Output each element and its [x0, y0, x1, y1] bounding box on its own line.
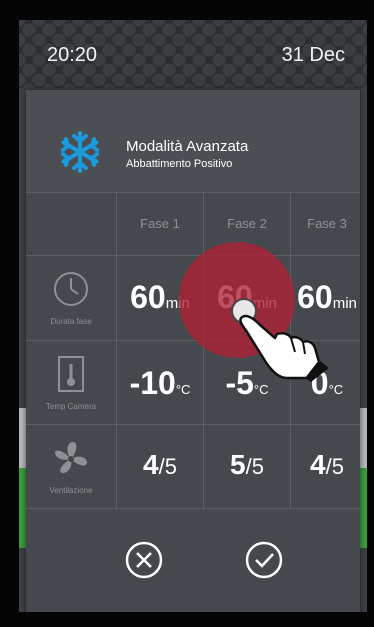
- cell-value: 60: [130, 279, 166, 315]
- cell-unit: °C: [175, 382, 191, 397]
- dialog-subtitle: Abbattimento Positivo: [126, 158, 233, 170]
- row-label-temperature: Temp Camera: [45, 402, 97, 411]
- grid-divider: [203, 193, 204, 508]
- thermometer-icon: [58, 356, 84, 392]
- cancel-button[interactable]: [124, 540, 164, 580]
- cell-value: 4: [143, 449, 159, 480]
- cell-unit: /5: [325, 454, 344, 479]
- cell-unit: /5: [158, 454, 177, 479]
- cell-value: 5: [230, 449, 246, 480]
- cell-value: 4: [310, 449, 326, 480]
- ventilation-phase-3[interactable]: 4/5: [290, 449, 364, 481]
- background-strip: [19, 408, 26, 468]
- status-bar: 20:20 31 Dec: [19, 20, 367, 88]
- screen: 20:20 31 Dec Modalità Avanzata Abbattime…: [19, 20, 367, 612]
- grid-divider: [26, 508, 360, 509]
- column-header-fase-1: Fase 1: [140, 216, 180, 231]
- clock-time: 20:20: [47, 44, 98, 66]
- background-strip: [19, 468, 26, 548]
- row-label-duration: Durata fase: [50, 317, 92, 326]
- clock-icon: [54, 272, 88, 306]
- confirm-button[interactable]: [244, 540, 284, 580]
- cell-value: -10: [129, 365, 176, 401]
- grid-divider: [116, 193, 117, 508]
- cell-unit: min: [332, 295, 357, 312]
- ventilation-phase-2[interactable]: 5/5: [205, 449, 289, 481]
- cell-value: 60: [297, 279, 333, 315]
- dialog-header: Modalità Avanzata Abbattimento Positivo: [26, 90, 360, 193]
- ventilation-phase-1[interactable]: 4/5: [118, 449, 202, 481]
- device-frame: 20:20 31 Dec Modalità Avanzata Abbattime…: [0, 0, 374, 627]
- clock-date: 31 Dec: [281, 44, 345, 66]
- duration-phase-3[interactable]: 60min: [290, 279, 364, 316]
- row-label-ventilation: Ventilazione: [49, 486, 93, 495]
- pointing-hand-icon: [239, 314, 329, 382]
- column-header-fase-3: Fase 3: [307, 216, 347, 231]
- dialog-title: Modalità Avanzata: [126, 138, 249, 155]
- grid-divider: [26, 424, 360, 425]
- cell-unit: °C: [328, 382, 344, 397]
- temperature-phase-1[interactable]: -10°C: [118, 365, 202, 402]
- cell-unit: °C: [253, 382, 269, 397]
- fan-icon: [55, 441, 87, 474]
- grid-divider: [26, 255, 360, 256]
- snowflake-icon: [61, 131, 99, 173]
- cell-unit: /5: [245, 454, 264, 479]
